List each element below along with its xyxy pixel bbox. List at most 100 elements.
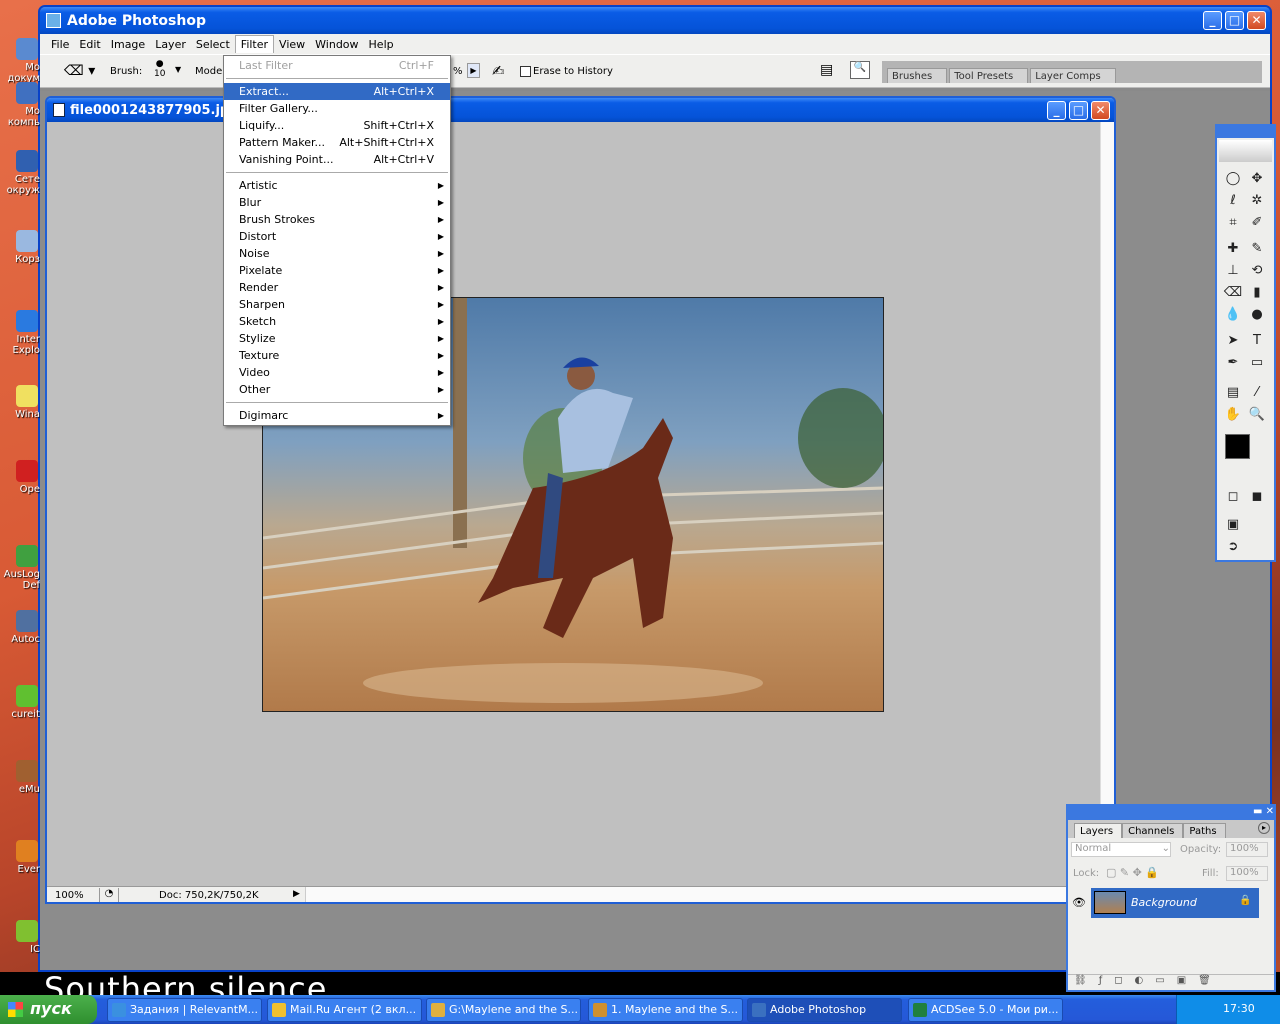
filter-submenu-item[interactable]: Video ▶	[224, 364, 450, 381]
panel-menu-icon[interactable]: ▸	[1258, 822, 1270, 834]
taskbar-item[interactable]: Mail.Ru Агент (2 вкл...	[267, 998, 422, 1022]
zoom-level[interactable]: 100%	[55, 890, 84, 901]
layers-tab-layers[interactable]: Layers	[1074, 823, 1123, 838]
filter-submenu-item[interactable]: Texture ▶	[224, 347, 450, 364]
desktop-icon[interactable]: Сете окруж	[0, 150, 40, 196]
type-tool-icon[interactable]: T	[1247, 332, 1267, 350]
file-browser-icon[interactable]: 🔍	[850, 61, 870, 79]
brush-tool-icon[interactable]: ✎	[1247, 240, 1267, 258]
hand-tool-icon[interactable]: ✋	[1223, 406, 1243, 424]
palette-tab-layer-comps[interactable]: Layer Comps	[1030, 68, 1116, 83]
layer-row-background[interactable]: 👁 Background 🔒	[1068, 888, 1274, 918]
desktop-icon[interactable]: Ever	[0, 840, 40, 875]
menu-select[interactable]: Select	[191, 36, 235, 53]
menu-filter[interactable]: Filter	[234, 35, 275, 53]
foreground-color-swatch[interactable]	[1225, 434, 1250, 459]
app-title-bar[interactable]: Adobe Photoshop _ □ ✕	[40, 7, 1270, 34]
menu-file[interactable]: File	[46, 36, 74, 53]
document-title-bar[interactable]: file0001243877905.jpg _ □ ✕	[47, 98, 1114, 122]
lock-icons[interactable]: ▢ ✎ ✥ 🔒	[1106, 866, 1159, 879]
pen-tool-icon[interactable]: ✒	[1223, 354, 1243, 372]
desktop-icon[interactable]: Мо докум	[0, 38, 40, 84]
shape-tool-icon[interactable]: ▭	[1247, 354, 1267, 372]
brush-dropdown-icon[interactable]: ▼	[175, 65, 181, 74]
desktop-icon[interactable]: Autoc	[0, 610, 40, 645]
filter-menu-item[interactable]: Filter Gallery...	[224, 100, 450, 117]
filter-submenu-item[interactable]: Sharpen ▶	[224, 296, 450, 313]
filter-submenu-item[interactable]: Stylize ▶	[224, 330, 450, 347]
palette-tab-tool-presets[interactable]: Tool Presets	[949, 68, 1029, 83]
layers-panel-header[interactable]: ▬ ✕	[1068, 806, 1274, 820]
taskbar-item[interactable]: Adobe Photoshop	[747, 998, 902, 1022]
desktop-icon[interactable]: Мо компь	[0, 82, 40, 128]
taskbar-item[interactable]: Задания | RelevantM...	[107, 998, 262, 1022]
doc-minimize-button[interactable]: _	[1047, 100, 1066, 120]
filter-submenu-item[interactable]: Distort ▶	[224, 228, 450, 245]
filter-submenu-item[interactable]: Brush Strokes ▶	[224, 211, 450, 228]
quick-mask-on-icon[interactable]: ◼	[1247, 488, 1267, 506]
palette-tab-brushes[interactable]: Brushes	[887, 68, 948, 83]
palette-menu-icon[interactable]: ▤	[820, 62, 833, 78]
menu-window[interactable]: Window	[310, 36, 363, 53]
desktop-icon[interactable]: IC	[0, 920, 40, 955]
layers-tab-channels[interactable]: Channels	[1122, 823, 1184, 838]
adobe-feather-icon[interactable]	[1219, 140, 1272, 162]
slice-tool-icon[interactable]: ✐	[1247, 214, 1267, 232]
desktop-icon[interactable]: cureit	[0, 685, 40, 720]
quick-mask-off-icon[interactable]: ◻	[1223, 488, 1243, 506]
layers-tab-paths[interactable]: Paths	[1183, 823, 1226, 838]
desktop-icon[interactable]: AusLog Def	[0, 545, 40, 591]
panel-close-button[interactable]: ✕	[1266, 806, 1274, 817]
filter-submenu-item[interactable]: Artistic ▶	[224, 177, 450, 194]
notes-tool-icon[interactable]: ▤	[1223, 384, 1243, 402]
filter-submenu-item[interactable]: Other ▶	[224, 381, 450, 398]
clock[interactable]: 17:30	[1223, 1002, 1255, 1015]
crop-tool-icon[interactable]: ⌗	[1223, 214, 1243, 232]
vertical-scrollbar[interactable]	[1100, 122, 1114, 886]
stamp-tool-icon[interactable]: ⊥	[1223, 262, 1243, 280]
eraser-tool-icon[interactable]: ⌫ ▾	[64, 63, 95, 79]
screen-mode-icon[interactable]: ▣	[1223, 516, 1243, 534]
menu-layer[interactable]: Layer	[150, 36, 191, 53]
filter-menu-item[interactable]: Last Filter Ctrl+F	[224, 57, 450, 74]
eraser-tool-icon[interactable]: ⌫	[1223, 284, 1243, 302]
magic-wand-tool-icon[interactable]: ✲	[1247, 192, 1267, 210]
desktop-icon[interactable]: Wina	[0, 385, 40, 420]
move-tool-icon[interactable]: ✥	[1247, 170, 1267, 188]
airbrush-icon[interactable]: ✍	[492, 62, 505, 80]
dodge-tool-icon[interactable]: ●	[1247, 306, 1267, 324]
taskbar-item[interactable]: ACDSee 5.0 - Мои ри...	[908, 998, 1063, 1022]
menu-edit[interactable]: Edit	[74, 36, 105, 53]
menu-view[interactable]: View	[274, 36, 310, 53]
panel-minimize-button[interactable]: ▬	[1253, 806, 1262, 817]
status-icon[interactable]: ◔	[99, 888, 119, 902]
flow-arrow-button[interactable]: ▶	[467, 63, 480, 78]
desktop-icon[interactable]: Ope	[0, 460, 40, 495]
filter-menu-item[interactable]: Vanishing Point... Alt+Ctrl+V	[224, 151, 450, 168]
start-button[interactable]: пуск	[0, 995, 97, 1024]
doc-close-button[interactable]: ✕	[1091, 100, 1110, 120]
filter-menu-item[interactable]: Liquify... Shift+Ctrl+X	[224, 117, 450, 134]
filter-menu-item[interactable]: Pattern Maker... Alt+Shift+Ctrl+X	[224, 134, 450, 151]
close-button[interactable]: ✕	[1247, 11, 1266, 30]
minimize-button[interactable]: _	[1203, 11, 1222, 30]
filter-submenu-item[interactable]: Pixelate ▶	[224, 262, 450, 279]
filter-submenu-item[interactable]: Noise ▶	[224, 245, 450, 262]
doc-maximize-button[interactable]: □	[1069, 100, 1088, 120]
desktop-icon[interactable]: Корз	[0, 230, 40, 265]
zoom-tool-icon[interactable]: 🔍	[1247, 406, 1267, 424]
menu-help[interactable]: Help	[364, 36, 399, 53]
lasso-tool-icon[interactable]: ℓ	[1223, 192, 1243, 210]
path-select-tool-icon[interactable]: ➤	[1223, 332, 1243, 350]
filter-submenu-item[interactable]: Sketch ▶	[224, 313, 450, 330]
filter-submenu-item[interactable]: Render ▶	[224, 279, 450, 296]
filter-menu-item[interactable]: Extract... Alt+Ctrl+X	[224, 83, 450, 100]
taskbar-item[interactable]: 1. Maylene and the S...	[588, 998, 743, 1022]
eyedropper-tool-icon[interactable]: ⁄	[1247, 384, 1267, 402]
blend-mode-select[interactable]: Normal ⌄	[1071, 842, 1171, 857]
filter-submenu-item[interactable]: Blur ▶	[224, 194, 450, 211]
menu-image[interactable]: Image	[106, 36, 150, 53]
status-menu-arrow[interactable]: ▶	[293, 889, 300, 899]
desktop-icon[interactable]: eMu	[0, 760, 40, 795]
maximize-button[interactable]: □	[1225, 11, 1244, 30]
